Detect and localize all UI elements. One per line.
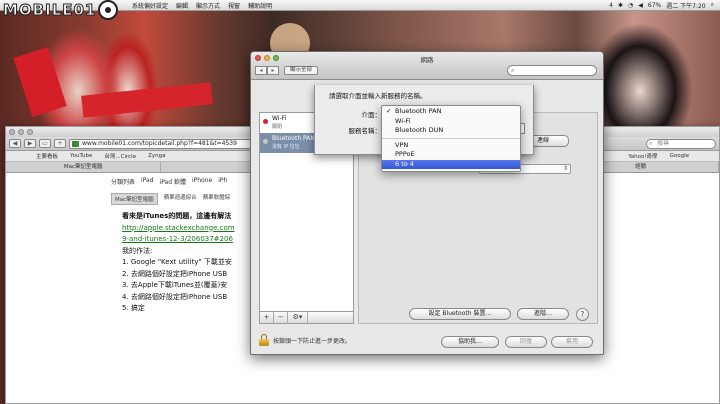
- close-icon[interactable]: [9, 129, 15, 135]
- service-list-toolbar: + − ⚙▾: [259, 311, 354, 324]
- advanced-button[interactable]: 進階…: [517, 308, 569, 320]
- menu-help[interactable]: 輔助說明: [244, 1, 276, 10]
- menu-view[interactable]: 顯示方式: [192, 1, 224, 10]
- menu-item-6to4[interactable]: 6 to 4: [382, 159, 520, 169]
- prefs-nav: ◂ ▸: [255, 66, 279, 75]
- wifi-icon[interactable]: ◔: [628, 2, 633, 9]
- menubar-status-area: 4 ✱ ◔ ◀ 67% 週二 下午7:20 ⌕: [609, 1, 720, 10]
- article-line: 5. 搞定: [122, 304, 145, 312]
- article-link[interactable]: 9-and-itunes-12-3/206037#206: [122, 234, 257, 246]
- lock-row: 按鎖頭一下防止進一步更改。: [259, 334, 351, 346]
- prefs-title: 網路: [420, 56, 434, 64]
- browser-search-field[interactable]: 搜尋: [646, 138, 716, 149]
- site-subnav-item[interactable]: 蘋果週邊綜合: [164, 193, 197, 205]
- lock-icon[interactable]: [259, 334, 269, 346]
- article-line: 4. 去網路個好設定把iPhone USB: [122, 292, 228, 301]
- wallpaper-red-banner: [13, 46, 67, 118]
- gear-icon[interactable]: ⚙▾: [288, 312, 308, 324]
- browser-window-controls: [9, 129, 33, 135]
- article-link[interactable]: http://apple.stackexchange.com: [122, 223, 257, 235]
- checkmark-icon: ✓: [386, 107, 392, 115]
- volume-icon[interactable]: ◀: [638, 2, 643, 9]
- clock[interactable]: 週二 下午7:20: [666, 1, 705, 10]
- article-line: 1. Google "Kext utility" 下載並安: [122, 258, 232, 266]
- apply-button[interactable]: 套用: [551, 336, 593, 348]
- menu-system-preferences[interactable]: 系統偏好設定: [128, 1, 172, 10]
- article-line: 看來是iTunes的問題，這邊有解法: [122, 212, 232, 220]
- interface-popup-menu[interactable]: ✓ Bluetooth PAN Wi-Fi Bluetooth DUN VPN P…: [381, 105, 521, 172]
- prefs-search-input[interactable]: [507, 65, 597, 76]
- revert-button[interactable]: 回復: [505, 336, 547, 348]
- bookmark-item[interactable]: 主要看板: [36, 152, 58, 160]
- add-service-button[interactable]: +: [260, 312, 274, 324]
- chevron-right-icon[interactable]: ▸: [267, 66, 279, 75]
- mobile01-logo: MOBILE01: [2, 0, 119, 20]
- status-dot-icon: [263, 139, 268, 144]
- menu-item-bluetooth-dun[interactable]: Bluetooth DUN: [382, 126, 520, 136]
- chevron-left-icon[interactable]: ◂: [255, 66, 267, 75]
- site-subnav: Mac筆記型電腦 蘋果週邊綜合 蘋果軟體綜: [111, 193, 230, 205]
- site-nav-item[interactable]: 分類列表: [111, 177, 135, 186]
- article-body: 看來是iTunes的問題，這邊有解法 http://apple.stackexc…: [122, 211, 257, 315]
- bookmark-item[interactable]: Google: [670, 153, 719, 159]
- setup-bluetooth-device-button[interactable]: 設定 Bluetooth 裝置…: [409, 308, 511, 320]
- remove-service-button[interactable]: −: [274, 312, 288, 324]
- site-nav: 分類列表 iPad iPad 軟體 iPhone iPh: [111, 177, 227, 186]
- browser-tab[interactable]: Mac筆記型電腦: [6, 162, 162, 172]
- logo-text: MOBILE01: [2, 0, 97, 19]
- show-all-button[interactable]: 顯示全部: [284, 66, 319, 75]
- menu-window[interactable]: 視窗: [224, 1, 244, 10]
- site-subnav-item[interactable]: 蘋果軟體綜: [203, 193, 231, 205]
- bookmark-item[interactable]: 台灣...Circle: [104, 152, 136, 160]
- spotlight-icon[interactable]: ⌕: [711, 1, 714, 9]
- article-line: 我的作法:: [122, 246, 153, 255]
- zoom-icon[interactable]: [27, 129, 33, 135]
- service-name-label: 服務名稱：: [348, 127, 382, 135]
- menu-item-wifi[interactable]: Wi-Fi: [382, 117, 520, 127]
- bookmark-item[interactable]: Zynga: [148, 153, 165, 159]
- status-dot-icon: [263, 119, 268, 124]
- article-line: 3. 去Apple下載iTunes並(覆蓋)安: [122, 281, 228, 289]
- menu-item-pppoe[interactable]: PPPoE: [382, 150, 520, 160]
- help-button[interactable]: ?: [576, 308, 589, 321]
- battery-level[interactable]: 67%: [648, 2, 661, 9]
- reader-icon[interactable]: ▭: [39, 139, 51, 148]
- bookmark-item[interactable]: Yahoo!奇摩: [628, 152, 657, 160]
- site-nav-item[interactable]: iPad 軟體: [160, 177, 186, 186]
- interface-label: 介面：: [361, 111, 382, 119]
- site-nav-item[interactable]: iPhone: [192, 177, 212, 186]
- add-bookmark-icon[interactable]: +: [54, 139, 66, 148]
- logo-ring-icon: [98, 0, 119, 20]
- input-indicator[interactable]: 4: [609, 2, 613, 9]
- favicon-icon: [72, 140, 79, 147]
- menu-item-vpn[interactable]: VPN: [382, 141, 520, 151]
- assist-me-button[interactable]: 協助我…: [441, 336, 499, 348]
- site-subnav-item[interactable]: Mac筆記型電腦: [111, 193, 158, 205]
- site-nav-item[interactable]: iPh: [218, 177, 227, 186]
- site-nav-item[interactable]: iPad: [141, 177, 154, 186]
- minimize-icon[interactable]: [18, 129, 24, 135]
- menu-item-bluetooth-pan[interactable]: ✓ Bluetooth PAN: [382, 107, 520, 117]
- lock-text: 按鎖頭一下防止進一步更改。: [273, 337, 352, 345]
- forward-button[interactable]: ▶: [24, 139, 36, 148]
- menu-separator: [382, 137, 520, 139]
- bookmark-item[interactable]: YouTube: [70, 153, 92, 159]
- sheet-prompt: 請選取介面並輸入新服務的名稱。: [329, 92, 427, 100]
- prefs-title-bar: 網路 ◂ ▸ 顯示全部: [251, 52, 603, 80]
- menu-edit[interactable]: 編輯: [172, 1, 192, 10]
- bluetooth-icon[interactable]: ✱: [618, 2, 623, 9]
- back-button[interactable]: ◀: [9, 139, 21, 148]
- wallpaper-red-scroll: [81, 82, 213, 118]
- article-line: 2. 去網路個好設定把iPhone USB: [122, 269, 228, 278]
